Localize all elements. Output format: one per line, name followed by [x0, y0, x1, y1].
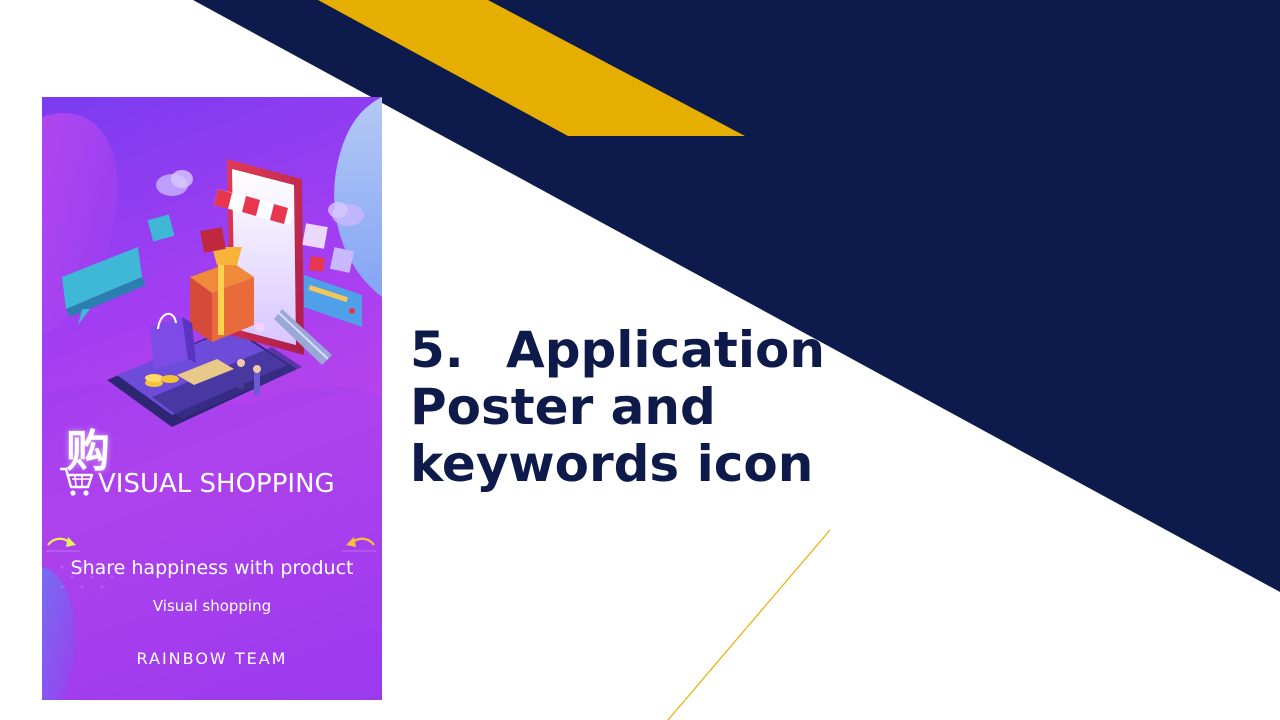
application-poster: 购 VISUAL SHOPPING Share happiness with p…	[42, 97, 382, 700]
heading-line-1: 5. Application	[410, 322, 850, 379]
shopping-cart-icon	[60, 467, 94, 496]
credit-card-icon	[304, 275, 362, 327]
poster-title: VISUAL SHOPPING	[98, 469, 335, 499]
slide-heading: 5. Application Poster and keywords icon	[410, 322, 850, 493]
arrow-icon	[46, 537, 80, 552]
heading-number: 5.	[410, 321, 464, 379]
heading-line1-text: Application	[506, 321, 825, 379]
slide: 购 VISUAL SHOPPING Share happiness with p…	[0, 0, 1280, 720]
heading-line-2: Poster and	[410, 378, 716, 436]
poster-subtitle: Visual shopping	[152, 597, 272, 615]
poster-team: RAINBOW TEAM	[136, 649, 288, 668]
poster-tagline: Share happiness with product	[70, 557, 354, 579]
arrow-icon	[342, 537, 376, 552]
gold-thin-line	[667, 529, 831, 720]
heading-line-3: keywords icon	[410, 435, 814, 493]
